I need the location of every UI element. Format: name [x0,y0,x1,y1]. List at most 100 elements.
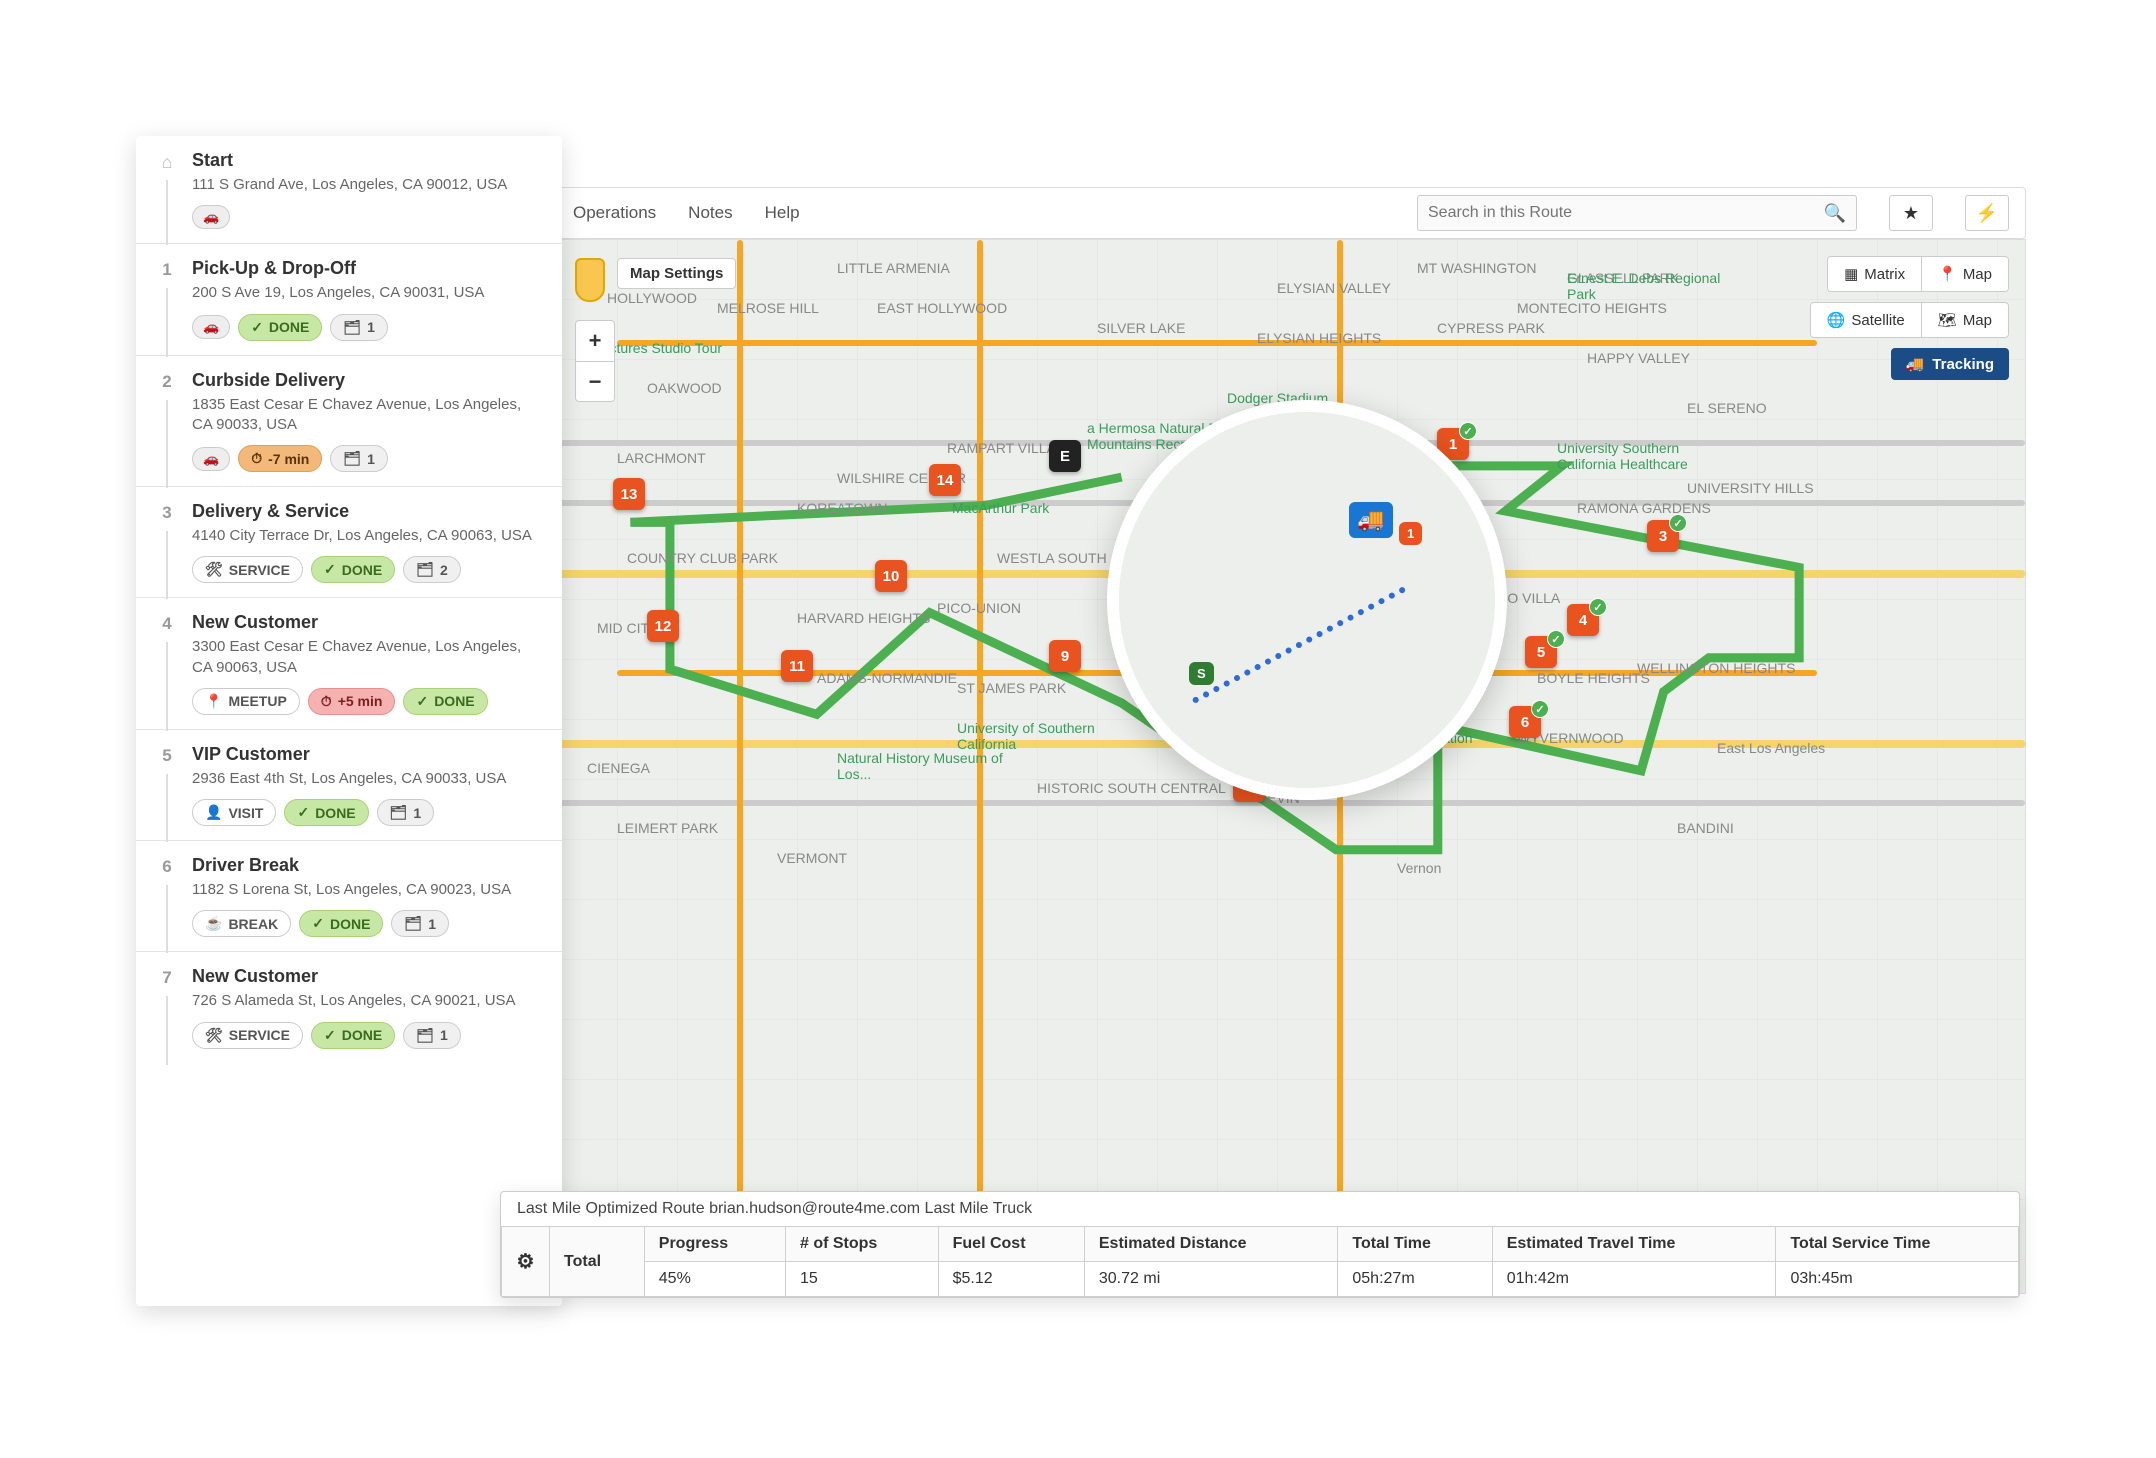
chip-pkg[interactable]: 2 [403,556,461,583]
chip-done[interactable]: DONE [311,1022,395,1049]
zoom-in-button[interactable]: + [576,321,614,361]
route-map[interactable]: HOLLYWOODLITTLE ARMENIAKOREATOWNLARCHMON… [556,239,2026,1294]
stop-marker-9[interactable]: 9 [1049,640,1081,672]
stop-number: 7 [156,968,178,988]
chip-vehicle[interactable] [192,315,230,339]
chip-pkg[interactable]: 1 [403,1022,461,1049]
route-search[interactable]: 🔍 [1417,195,1857,231]
val-stops: 15 [785,1262,938,1297]
val-service: 03h:45m [1776,1262,2019,1297]
stop-marker-4[interactable]: 4 [1567,604,1599,636]
chip-pkg[interactable]: 1 [330,314,388,341]
map-view-button[interactable]: 📍Map [1921,257,2008,291]
nav-help[interactable]: Help [765,203,800,223]
chip-visit[interactable]: VISIT [192,799,276,826]
route-summary: Last Mile Optimized Route brian.hudson@r… [500,1191,2020,1298]
map-magnifier: 1 S [1107,400,1507,800]
chip-vehicle[interactable] [192,205,230,229]
stop-number: 4 [156,614,178,634]
matrix-view-button[interactable]: ▦Matrix [1828,257,1921,291]
stop-marker-11[interactable]: 11 [781,650,813,682]
nav-notes[interactable]: Notes [688,203,732,223]
val-totaltime: 05h:27m [1338,1262,1492,1297]
col-totaltime: Total Time [1338,1227,1492,1262]
gear-icon[interactable]: ⚙ [517,1251,535,1273]
stop-address: 4140 City Terrace Dr, Los Angeles, CA 90… [192,526,542,546]
stop-item-5[interactable]: 5VIP Customer2936 East 4th St, Los Angel… [136,730,562,841]
stop-marker-10[interactable]: 10 [875,560,907,592]
chip-done[interactable]: DONE [403,688,487,715]
stop-address: 111 S Grand Ave, Los Angeles, CA 90012, … [192,175,542,195]
chip-timeminus[interactable]: -7 min [238,445,322,472]
top-nav: Operations Notes Help 🔍 ★ ⚡ [556,187,2026,239]
val-distance: 30.72 mi [1084,1262,1338,1297]
chip-pkg[interactable]: 1 [330,445,388,472]
stop-marker-12[interactable]: 12 [647,610,679,642]
stop-number: 3 [156,503,178,523]
route-search-input[interactable] [1428,204,1824,222]
tracking-button[interactable]: 🚚Tracking [1891,348,2009,380]
stop-marker-13[interactable]: 13 [613,478,645,510]
stop-item-2[interactable]: 2 Curbside Delivery 1835 East Cesar E Chav… [136,356,562,488]
home-icon: ⌂ [156,152,178,173]
stop-marker-3[interactable]: 3 [1647,520,1679,552]
col-progress: Progress [644,1227,785,1262]
chip-pkg[interactable]: 1 [391,910,449,937]
truck-icon: 🚚 [1906,355,1925,373]
stop-address: 1835 East Cesar E Chavez Avenue, Los Ang… [192,395,542,436]
stop-marker-5[interactable]: 5 [1525,636,1557,668]
chip-done[interactable]: DONE [311,556,395,583]
val-fuel: $5.12 [938,1262,1084,1297]
chip-done[interactable]: DONE [238,314,322,341]
chip-svc[interactable]: SERVICE [192,556,303,583]
col-fuel: Fuel Cost [938,1227,1084,1262]
col-distance: Estimated Distance [1084,1227,1338,1262]
chip-pkg[interactable]: 1 [377,799,435,826]
quick-action-button[interactable]: ⚡ [1965,195,2009,231]
pin-icon: 📍 [1938,265,1957,283]
stop-item-4[interactable]: 4New Customer3300 East Cesar E Chavez Av… [136,598,562,730]
search-icon[interactable]: 🔍 [1824,203,1846,224]
stop-marker-14[interactable]: 14 [929,464,961,496]
val-progress: 45% [644,1262,785,1297]
stop-title: Delivery & Service [192,501,542,522]
stop-item-home-icon[interactable]: ⌂ Start 111 S Grand Ave, Los Angeles, CA 9… [136,136,562,244]
chip-done[interactable]: DONE [299,910,383,937]
stop-marker-6[interactable]: 6 [1509,706,1541,738]
favorite-button[interactable]: ★ [1889,195,1933,231]
satellite-view-button[interactable]: 🌐Satellite [1811,303,1921,337]
chip-vehicle[interactable] [192,447,230,471]
chip-break[interactable]: BREAK [192,910,291,937]
stop-number: 5 [156,746,178,766]
chip-meet[interactable]: MEETUP [192,688,300,715]
map-settings-button[interactable]: Map Settings [617,258,736,289]
stop-title: New Customer [192,612,542,633]
stop-item-7[interactable]: 7New Customer726 S Alameda St, Los Angel… [136,952,562,1062]
map-icon: 🗺 [1938,311,1957,329]
chip-svc[interactable]: SERVICE [192,1022,303,1049]
map-view-button-2[interactable]: 🗺Map [1921,303,2008,337]
stop-marker-E[interactable]: E [1049,440,1081,472]
stop-item-6[interactable]: 6 Driver Break 1182 S Lorena St, Los Angel… [136,841,562,952]
chip-done[interactable]: DONE [284,799,368,826]
stop-item-1[interactable]: 1Pick-Up & Drop-Off200 S Ave 19, Los Ang… [136,244,562,355]
stop-address: 200 S Ave 19, Los Angeles, CA 90031, USA [192,283,542,303]
stop-title: Curbside Delivery [192,370,542,391]
chip-timeplus[interactable]: +5 min [308,688,396,715]
summary-caption: Last Mile Optimized Route brian.hudson@r… [501,1192,2019,1226]
stop-number: 2 [156,372,178,392]
globe-icon: 🌐 [1827,311,1846,329]
nav-operations[interactable]: Operations [573,203,656,223]
streetview-pegman-icon[interactable] [575,258,605,302]
stop-address: 1182 S Lorena St, Los Angeles, CA 90023,… [192,880,542,900]
stop-title: Driver Break [192,855,542,876]
map-view-switch: ▦Matrix 📍Map 🌐Satellite 🗺Map 🚚Tracking [1810,256,2009,380]
val-travel: 01h:42m [1492,1262,1776,1297]
stop-title: Start [192,150,542,171]
zoom-out-button[interactable]: − [576,361,614,401]
vehicle-marker-icon [1349,502,1393,538]
stop-number: 6 [156,857,178,877]
stop-item-3[interactable]: 3 Delivery & Service 4140 City Terrace Dr,… [136,487,562,598]
stop-number: 1 [156,260,178,280]
col-stops: # of Stops [785,1227,938,1262]
